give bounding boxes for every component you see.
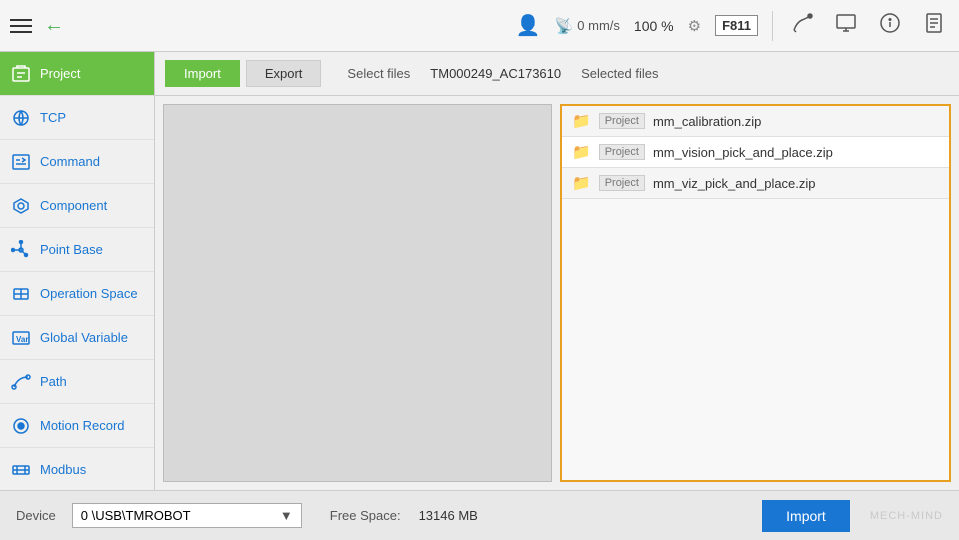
sidebar-item-label-motion-record: Motion Record [40,418,125,434]
speed-value: 0 mm/s [577,18,620,33]
sidebar-item-label-modbus: Modbus [40,462,86,478]
source-file-panel[interactable] [163,104,552,482]
sidebar-item-motion-record[interactable]: Motion Record [0,404,154,448]
frame-badge: F811 [715,15,758,36]
sidebar-item-label-operation-space: Operation Space [40,286,138,302]
sidebar-item-modbus[interactable]: Modbus [0,448,154,490]
sidebar-item-label-project: Project [40,66,80,82]
sidebar-item-label-command: Command [40,154,100,170]
speed-display: 📡 0 mm/s [555,17,620,35]
import-button[interactable]: Import [762,500,850,532]
device-id: TM000249_AC173610 [430,66,561,81]
tab-info: Select files TM000249_AC173610 Selected … [347,66,658,81]
project-icon [10,63,32,85]
sidebar-item-path[interactable]: Path [0,360,154,404]
sidebar: Project TCP Co [0,52,155,490]
free-space-label: Free Space: [330,508,401,523]
sidebar-item-label-global-variable: Global Variable [40,330,128,346]
top-bar: ← 👤 📡 0 mm/s 100 % ⚙ F811 [0,0,959,52]
point-base-icon [10,239,32,261]
percent-label: 100 % [634,18,674,34]
bottom-bar: Device 0 \USB\TMROBOT ▼ Free Space: 1314… [0,490,959,540]
svg-text:Var: Var [16,335,28,344]
file-panels: 📁 Project mm_calibration.zip 📁 Project m… [155,96,959,490]
folder-icon-0: 📁 [572,112,591,130]
sidebar-item-label-tcp: TCP [40,110,66,126]
sidebar-item-label-path: Path [40,374,67,390]
top-bar-left: ← [10,14,64,37]
modbus-icon [10,459,32,481]
file-type-1: Project [599,144,645,160]
command-icon [10,151,32,173]
select-files-label: Select files [347,66,410,81]
mech-mind-logo: MECH-MIND [870,510,943,522]
file-row-1[interactable]: 📁 Project mm_vision_pick_and_place.zip [562,137,949,168]
divider [772,11,773,41]
file-row-0[interactable]: 📁 Project mm_calibration.zip [562,106,949,137]
sidebar-item-project[interactable]: Project [0,52,154,96]
robot-status-icon: 👤 [516,13,541,38]
monitor-icon[interactable] [831,8,861,43]
tab-bar: Import Export Select files TM000249_AC17… [155,52,959,96]
file-row-2[interactable]: 📁 Project mm_viz_pick_and_place.zip [562,168,949,199]
folder-icon-1: 📁 [572,143,591,161]
speed-icon: 📡 [555,17,574,35]
component-icon [10,195,32,217]
menu-icon[interactable] [10,19,32,33]
file-type-2: Project [599,175,645,191]
path-icon [10,371,32,393]
file-name-2: mm_viz_pick_and_place.zip [653,176,816,191]
chevron-down-icon: ▼ [280,508,293,523]
top-bar-right: 👤 📡 0 mm/s 100 % ⚙ F811 [516,8,949,43]
sidebar-item-operation-space[interactable]: Operation Space [0,272,154,316]
sidebar-item-point-base[interactable]: Point Base [0,228,154,272]
back-button[interactable]: ← [44,14,64,37]
sidebar-item-global-variable[interactable]: Var Global Variable [0,316,154,360]
robot-arm-icon[interactable] [787,8,817,43]
device-select[interactable]: 0 \USB\TMROBOT ▼ [72,503,302,528]
folder-icon-2: 📁 [572,174,591,192]
device-select-value: 0 \USB\TMROBOT [81,508,191,523]
motion-record-icon [10,415,32,437]
device-label: Device [16,508,56,523]
gear-icon: ⚙ [688,17,701,35]
file-name-0: mm_calibration.zip [653,114,761,129]
file-name-1: mm_vision_pick_and_place.zip [653,145,833,160]
sidebar-item-label-point-base: Point Base [40,242,103,258]
free-space-value: 13146 MB [419,508,478,523]
document-icon[interactable] [919,8,949,43]
operation-space-icon [10,283,32,305]
selected-file-panel: 📁 Project mm_calibration.zip 📁 Project m… [560,104,951,482]
file-type-0: Project [599,113,645,129]
content-area: Import Export Select files TM000249_AC17… [155,52,959,490]
global-variable-icon: Var [10,327,32,349]
info-icon[interactable] [875,8,905,43]
export-tab[interactable]: Export [246,60,322,87]
sidebar-item-label-component: Component [40,198,107,214]
tcp-icon [10,107,32,129]
import-tab[interactable]: Import [165,60,240,87]
sidebar-item-command[interactable]: Command [0,140,154,184]
selected-files-label: Selected files [581,66,658,81]
main-layout: Project TCP Co [0,52,959,490]
sidebar-item-component[interactable]: Component [0,184,154,228]
sidebar-item-tcp[interactable]: TCP [0,96,154,140]
